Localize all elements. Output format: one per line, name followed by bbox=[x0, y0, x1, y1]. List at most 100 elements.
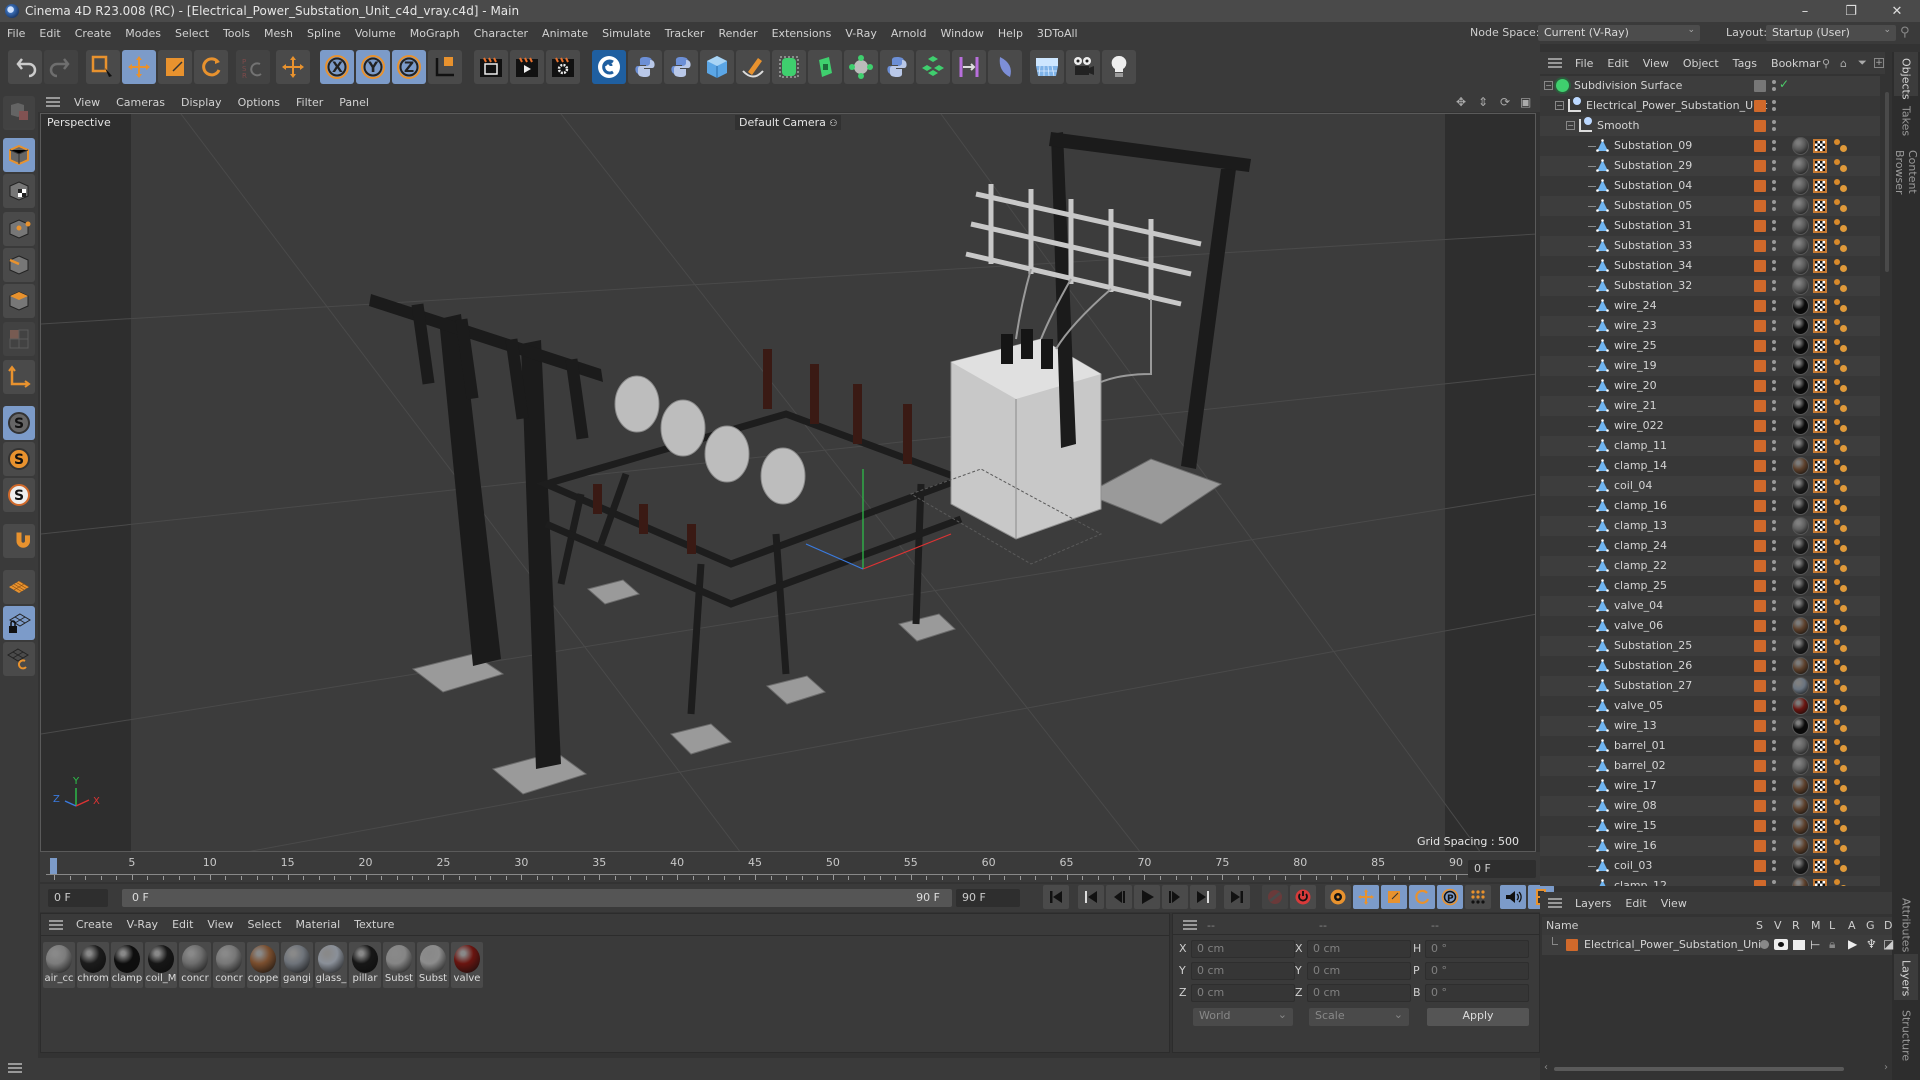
vray-tag-icon[interactable] bbox=[1833, 438, 1849, 454]
record-keys-button[interactable] bbox=[1262, 885, 1288, 909]
layer-swatch[interactable] bbox=[1754, 740, 1766, 752]
visibility-dots[interactable] bbox=[1772, 739, 1776, 753]
tab-content-browser[interactable]: Content Browser bbox=[1893, 144, 1919, 240]
layer-swatch[interactable] bbox=[1754, 860, 1766, 872]
key-position-button[interactable] bbox=[1353, 885, 1379, 909]
vray-tag-icon[interactable] bbox=[1833, 498, 1849, 514]
tab-takes[interactable]: Takes bbox=[1894, 100, 1918, 140]
object-row[interactable]: Substation_33 bbox=[1540, 236, 1880, 256]
layer-swatch[interactable] bbox=[1754, 520, 1766, 532]
visibility-dots[interactable] bbox=[1772, 659, 1776, 673]
layers-menu-edit[interactable]: Edit bbox=[1618, 897, 1653, 910]
uvw-tag-icon[interactable] bbox=[1813, 799, 1827, 813]
uvw-tag-icon[interactable] bbox=[1813, 239, 1827, 253]
object-row[interactable]: clamp_12 bbox=[1540, 876, 1880, 886]
vray-tag-icon[interactable] bbox=[1833, 398, 1849, 414]
object-row[interactable]: Substation_04 bbox=[1540, 176, 1880, 196]
object-row[interactable]: coil_04 bbox=[1540, 476, 1880, 496]
vray-tag-icon[interactable] bbox=[1833, 538, 1849, 554]
viewport-rotate-icon[interactable]: ⟳ bbox=[1500, 95, 1510, 109]
vray-tag-icon[interactable] bbox=[1833, 598, 1849, 614]
material-tag[interactable] bbox=[1792, 177, 1809, 195]
layer-swatch[interactable] bbox=[1754, 540, 1766, 552]
visibility-dots[interactable] bbox=[1772, 219, 1776, 233]
object-row[interactable]: wire_022 bbox=[1540, 416, 1880, 436]
uvw-tag-icon[interactable] bbox=[1813, 699, 1827, 713]
layer-swatch[interactable] bbox=[1754, 760, 1766, 772]
key-pla-button[interactable] bbox=[1465, 885, 1491, 909]
end-frame-field[interactable]: 90 F bbox=[956, 889, 1020, 907]
model-mode-button[interactable] bbox=[3, 138, 35, 172]
vray-tag-icon[interactable] bbox=[1833, 478, 1849, 494]
material-menu-icon[interactable] bbox=[49, 919, 63, 930]
collapse-icon[interactable]: − bbox=[1555, 101, 1564, 110]
uvw-tag-icon[interactable] bbox=[1813, 739, 1827, 753]
animation-play-icon[interactable]: ▶ bbox=[1848, 937, 1857, 951]
uvw-tag-icon[interactable] bbox=[1813, 279, 1827, 293]
light-button[interactable] bbox=[1102, 50, 1136, 84]
sound-button[interactable] bbox=[1500, 885, 1526, 909]
visibility-dots[interactable] bbox=[1772, 359, 1776, 373]
vray-tag-icon[interactable] bbox=[1833, 358, 1849, 374]
layer-swatch[interactable] bbox=[1754, 700, 1766, 712]
size-z-field[interactable]: 0 cm bbox=[1307, 984, 1411, 1002]
render-view-button[interactable] bbox=[474, 50, 508, 84]
column-solo[interactable]: S bbox=[1756, 919, 1763, 932]
viewport-menu-cameras[interactable]: Cameras bbox=[108, 96, 173, 109]
visibility-dots[interactable] bbox=[1772, 79, 1776, 93]
points-mode-button[interactable] bbox=[3, 212, 35, 246]
material-tag[interactable] bbox=[1792, 617, 1809, 635]
menu-render[interactable]: Render bbox=[711, 27, 764, 40]
menu-spline[interactable]: Spline bbox=[300, 27, 348, 40]
object-row[interactable]: valve_04 bbox=[1540, 596, 1880, 616]
uvw-tag-icon[interactable] bbox=[1813, 199, 1827, 213]
vray-tag-icon[interactable] bbox=[1833, 218, 1849, 234]
object-menu-icon[interactable] bbox=[1548, 58, 1562, 68]
layer-swatch[interactable] bbox=[1754, 400, 1766, 412]
layer-color-swatch[interactable] bbox=[1566, 939, 1578, 951]
render-picture-viewer-button[interactable] bbox=[510, 50, 544, 84]
tab-structure[interactable]: Structure bbox=[1894, 1004, 1918, 1064]
object-row[interactable]: Substation_29 bbox=[1540, 156, 1880, 176]
uvw-tag-icon[interactable] bbox=[1813, 459, 1827, 473]
lock-icon[interactable]: 🔒︎ bbox=[1829, 937, 1835, 952]
vray-tag-icon[interactable] bbox=[1833, 758, 1849, 774]
visibility-dots[interactable] bbox=[1772, 399, 1776, 413]
3d-viewport[interactable]: Perspective Default Camera ⚇ Grid Spacin… bbox=[40, 113, 1536, 852]
render-clapper-icon[interactable] bbox=[1793, 940, 1805, 950]
vray-tag-icon[interactable] bbox=[1833, 578, 1849, 594]
layer-swatch[interactable] bbox=[1754, 720, 1766, 732]
layer-swatch[interactable] bbox=[1754, 440, 1766, 452]
manager-hierarchy-icon[interactable]: ⊢ bbox=[1810, 938, 1820, 952]
layer-swatch[interactable] bbox=[1754, 500, 1766, 512]
layer-swatch[interactable] bbox=[1754, 640, 1766, 652]
object-row[interactable]: wire_21 bbox=[1540, 396, 1880, 416]
viewport-menu-panel[interactable]: Panel bbox=[331, 96, 377, 109]
material-tag[interactable] bbox=[1792, 377, 1809, 395]
vray-tag-icon[interactable] bbox=[1833, 798, 1849, 814]
playhead[interactable] bbox=[50, 858, 57, 875]
menu-animate[interactable]: Animate bbox=[535, 27, 595, 40]
material-swatch[interactable]: concr bbox=[179, 942, 211, 988]
material-swatch[interactable]: valve bbox=[451, 942, 483, 988]
object-row[interactable]: wire_13 bbox=[1540, 716, 1880, 736]
vray-tag-icon[interactable] bbox=[1833, 278, 1849, 294]
visibility-dots[interactable] bbox=[1772, 139, 1776, 153]
layer-swatch[interactable] bbox=[1754, 120, 1766, 132]
material-tag[interactable] bbox=[1792, 397, 1809, 415]
timeline-ruler[interactable]: 051015202530354045505560657075808590 bbox=[40, 852, 1540, 882]
material-tag[interactable] bbox=[1792, 877, 1809, 886]
enabled-check-icon[interactable]: ✓ bbox=[1779, 77, 1789, 91]
python-button[interactable] bbox=[628, 50, 662, 84]
menu-window[interactable]: Window bbox=[933, 27, 990, 40]
material-tag[interactable] bbox=[1792, 237, 1809, 255]
floor-button[interactable] bbox=[1030, 50, 1064, 84]
z-axis-lock-button[interactable]: Z bbox=[392, 50, 426, 84]
column-generators[interactable]: G bbox=[1866, 919, 1875, 932]
column-visible[interactable]: V bbox=[1774, 919, 1782, 932]
menu-tools[interactable]: Tools bbox=[216, 27, 257, 40]
menu-create[interactable]: Create bbox=[68, 27, 119, 40]
layers-menu-icon[interactable] bbox=[1548, 898, 1562, 908]
object-row[interactable]: clamp_14 bbox=[1540, 456, 1880, 476]
object-row[interactable]: barrel_02 bbox=[1540, 756, 1880, 776]
